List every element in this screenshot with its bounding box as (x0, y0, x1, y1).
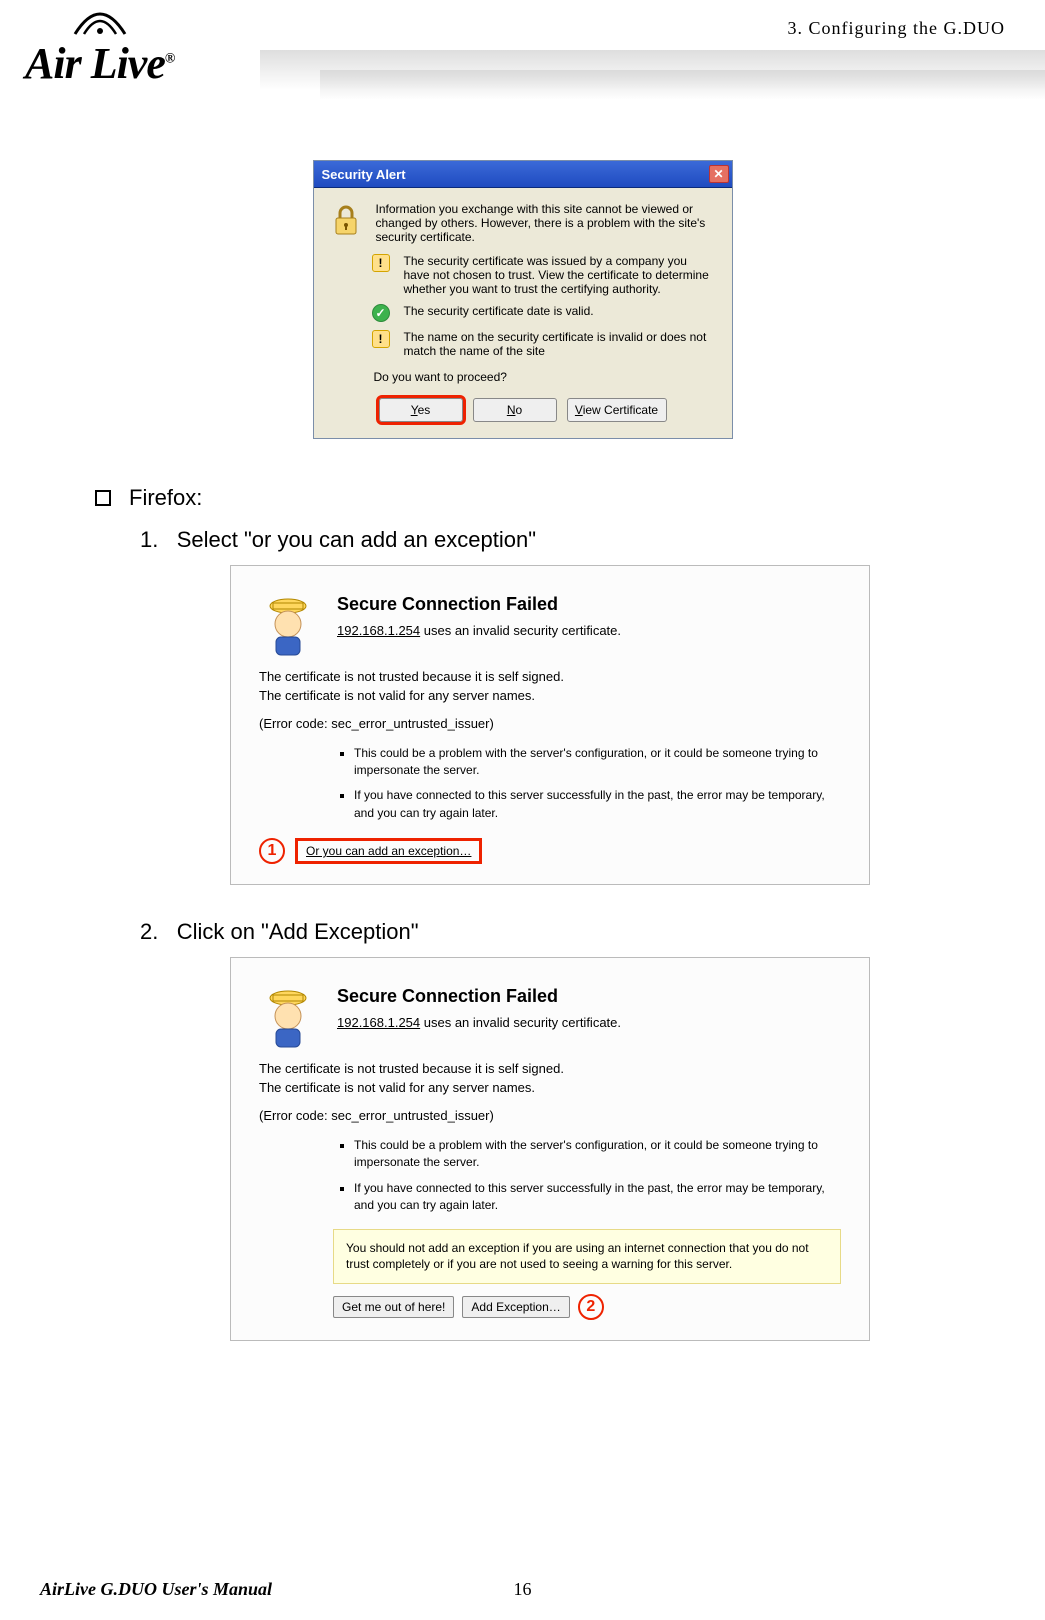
callout-2: 2 (578, 1294, 604, 1320)
wifi-arc-icon (70, 6, 130, 36)
page-header: Air Live® 3. Configuring the G.DUO (0, 0, 1045, 120)
ff-reason-2: The certificate is not valid for any ser… (259, 687, 841, 706)
ff-title: Secure Connection Failed (337, 594, 841, 615)
ff-reason-1: The certificate is not trusted because i… (259, 668, 841, 687)
registered-mark: ® (165, 51, 174, 66)
callout-1: 1 (259, 838, 285, 864)
ff-bullet-1: This could be a problem with the server'… (354, 1137, 841, 1172)
dialog-title: Security Alert (322, 167, 406, 182)
firefox-heading: Firefox: (95, 485, 1045, 511)
ff-reason-1: The certificate is not trusted because i… (259, 1060, 841, 1079)
ff-ip-tail: uses an invalid security certificate. (420, 623, 621, 638)
warning-icon: ! (372, 330, 390, 348)
dialog-intro-text: Information you exchange with this site … (376, 202, 716, 244)
ff-title: Secure Connection Failed (337, 986, 841, 1007)
dialog-valid-date: The security certificate date is valid. (404, 304, 594, 322)
no-button[interactable]: No (473, 398, 557, 422)
yes-button[interactable]: Yes (379, 398, 463, 422)
brand-logo: Air Live® (25, 10, 174, 61)
manual-title: AirLive G.DUO User's Manual (40, 1579, 272, 1600)
close-icon[interactable]: ✕ (709, 165, 729, 183)
page-footer: AirLive G.DUO User's Manual 16 (0, 1579, 1045, 1600)
firefox-error-panel-2: Secure Connection Failed 192.168.1.254 u… (230, 957, 870, 1341)
ff-error-code: (Error code: sec_error_untrusted_issuer) (259, 716, 841, 731)
get-me-out-button[interactable]: Get me out of here! (333, 1296, 454, 1318)
ff-bullet-2: If you have connected to this server suc… (354, 787, 841, 822)
ff-ip: 192.168.1.254 (337, 1015, 420, 1030)
dialog-titlebar: Security Alert ✕ (314, 161, 732, 188)
dialog-proceed-text: Do you want to proceed? (374, 370, 716, 384)
ff-ip-tail: uses an invalid security certificate. (420, 1015, 621, 1030)
bullet-square-icon (95, 490, 111, 506)
ff-ip: 192.168.1.254 (337, 623, 420, 638)
firefox-error-panel-1: Secure Connection Failed 192.168.1.254 u… (230, 565, 870, 885)
add-exception-button[interactable]: Add Exception… (462, 1296, 569, 1318)
step-2: 2. Click on "Add Exception" (140, 919, 1045, 945)
police-icon (259, 594, 317, 658)
dialog-warn-1: The security certificate was issued by a… (404, 254, 716, 296)
view-certificate-button[interactable]: View Certificate (567, 398, 667, 422)
ff-warning-box: You should not add an exception if you a… (333, 1229, 841, 1285)
police-icon (259, 986, 317, 1050)
dialog-warn-2: The name on the security certificate is … (404, 330, 716, 358)
step-1: 1. Select "or you can add an exception" (140, 527, 1045, 553)
security-alert-dialog: Security Alert ✕ Information you exchang… (313, 160, 733, 439)
ff-bullet-2: If you have connected to this server suc… (354, 1180, 841, 1215)
ff-bullet-1: This could be a problem with the server'… (354, 745, 841, 780)
ff-reason-2: The certificate is not valid for any ser… (259, 1079, 841, 1098)
check-icon: ✓ (372, 304, 390, 322)
brand-text: Air Live (25, 39, 165, 88)
add-exception-link[interactable]: Or you can add an exception… (295, 838, 482, 864)
header-gradient-2 (320, 70, 1045, 100)
page-number: 16 (514, 1579, 532, 1600)
chapter-title: 3. Configuring the G.DUO (788, 18, 1005, 39)
warning-icon: ! (372, 254, 390, 272)
lock-icon (330, 202, 362, 238)
ff-error-code: (Error code: sec_error_untrusted_issuer) (259, 1108, 841, 1123)
